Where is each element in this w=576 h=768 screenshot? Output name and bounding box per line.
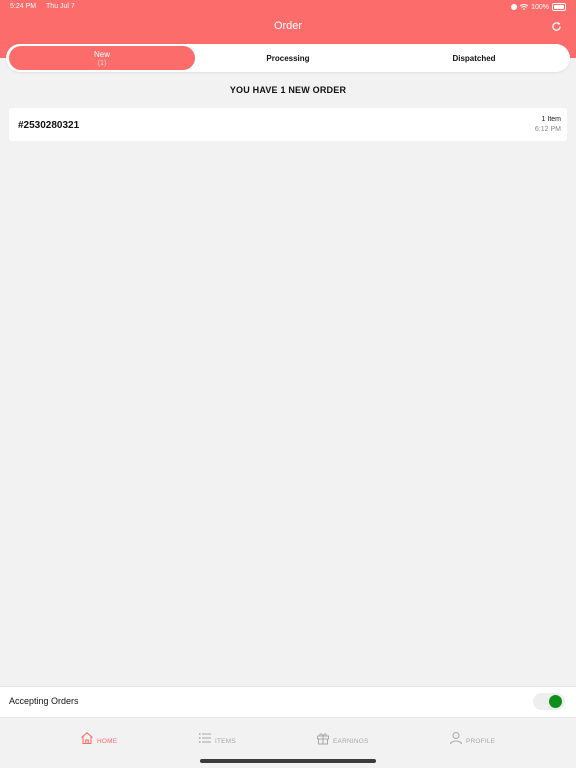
tab-processing[interactable]: Processing [195, 46, 381, 70]
battery-icon [552, 3, 566, 11]
home-indicator [200, 759, 376, 763]
location-icon [511, 4, 518, 10]
wifi-icon [520, 4, 529, 10]
accepting-orders-bar: Accepting Orders [0, 686, 576, 718]
page-title: Order [273, 20, 303, 32]
status-date: Thu Jul 7 [46, 3, 75, 10]
order-id: #2530280321 [18, 120, 80, 131]
order-time: 6:12 PM [534, 126, 561, 133]
order-card[interactable]: #2530280321 1 Item 6:12 PM [9, 108, 567, 141]
tabbar-profile[interactable]: PROFILE [449, 731, 495, 745]
gift-icon [317, 733, 329, 745]
user-icon [450, 732, 462, 745]
accepting-orders-toggle[interactable] [533, 693, 565, 710]
tab-new[interactable]: New (1) [9, 46, 195, 70]
tabbar-profile-label: PROFILE [466, 738, 496, 745]
tab-new-count: (1) [97, 59, 107, 67]
order-status-tabs: New (1) Processing Dispatched [6, 44, 570, 72]
tabbar-earnings[interactable]: EARNINGS [316, 731, 369, 745]
tab-dispatched-label: Dispatched [452, 53, 496, 63]
tab-processing-label: Processing [266, 53, 310, 63]
tab-new-label: New [93, 49, 110, 59]
toggle-knob [549, 695, 562, 708]
new-order-headline: YOU HAVE 1 NEW ORDER [229, 85, 347, 95]
tabbar-earnings-label: EARNINGS [333, 738, 369, 745]
accepting-orders-label: Accepting Orders [9, 696, 79, 706]
status-bar: 5:24 PM Thu Jul 7 100% [0, 0, 576, 14]
order-item-count: 1 Item [541, 116, 561, 123]
refresh-icon[interactable] [551, 21, 562, 32]
list-icon [198, 733, 211, 743]
status-time: 5:24 PM [10, 3, 37, 10]
tabbar-items[interactable]: ITEMS [198, 731, 236, 745]
home-icon [81, 732, 93, 745]
tabbar-items-label: ITEMS [215, 738, 236, 745]
tab-dispatched[interactable]: Dispatched [381, 46, 567, 70]
tabbar-home[interactable]: HOME [80, 731, 117, 745]
tabbar-home-label: HOME [97, 738, 118, 745]
battery-percent: 100% [531, 3, 549, 11]
